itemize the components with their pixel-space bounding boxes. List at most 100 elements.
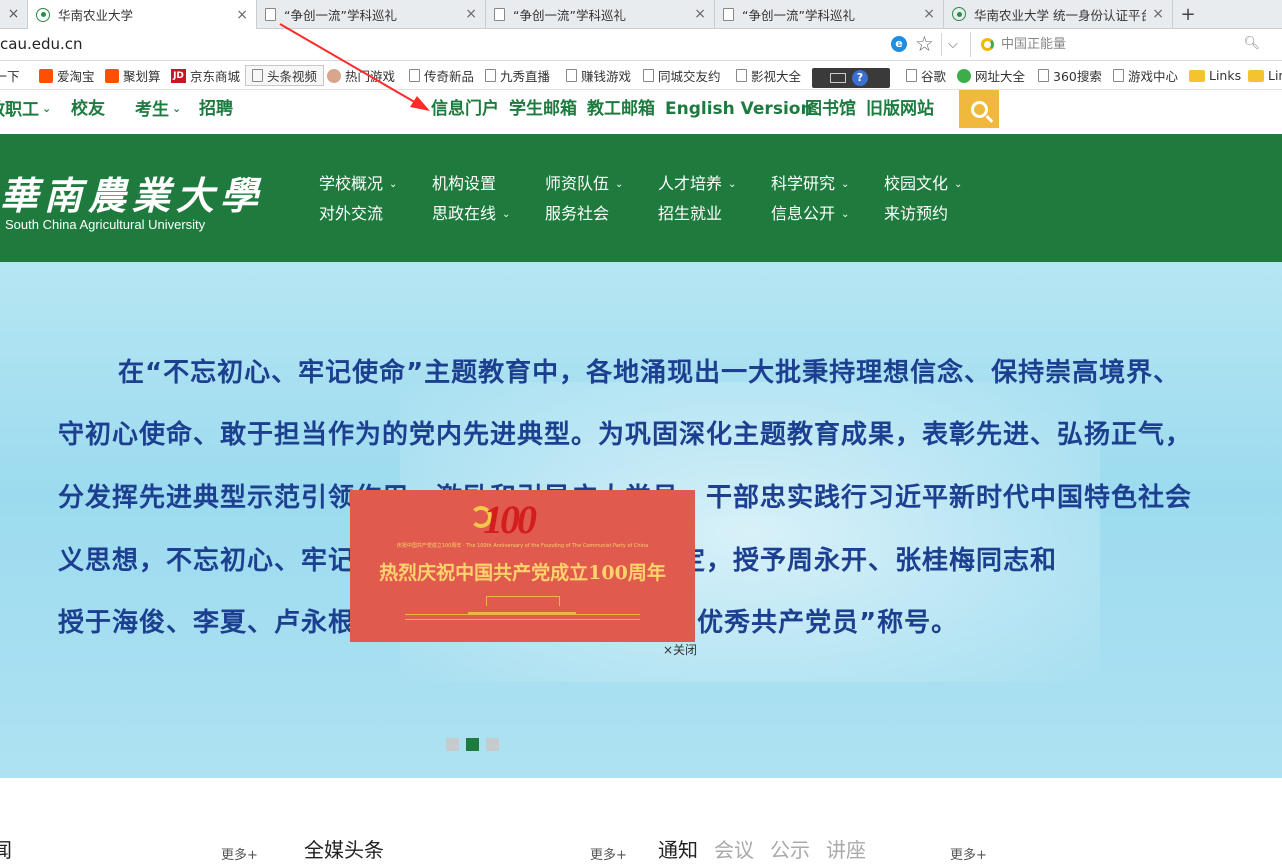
bookmark-item[interactable]: 九秀直播 xyxy=(485,61,550,90)
tab-close-icon[interactable]: × xyxy=(1152,6,1164,22)
browser-search-box[interactable]: 中国正能量 🔍︎ xyxy=(970,32,1268,57)
keyboard-icon[interactable] xyxy=(830,73,846,83)
site-search-button[interactable] xyxy=(959,90,999,128)
university-logo[interactable]: 華南農業大學 xyxy=(0,165,264,220)
more-link[interactable]: 更多+ xyxy=(590,844,627,863)
popup-close-button[interactable]: ×关闭 xyxy=(663,641,697,658)
menu-label: 学校概况 xyxy=(319,174,384,193)
bookmark-item[interactable]: 同城交友约 xyxy=(643,61,721,90)
carousel-dot[interactable] xyxy=(446,738,459,751)
tab-close-icon[interactable]: × xyxy=(694,6,706,22)
tab-close-icon[interactable]: × xyxy=(923,6,935,22)
menu-label: 思政在线 xyxy=(432,204,497,223)
help-icon[interactable]: ? xyxy=(852,70,868,86)
menu-international[interactable]: 对外交流 xyxy=(319,200,383,224)
menu-education[interactable]: 人才培养 ⌄ xyxy=(658,170,736,194)
carousel-dot[interactable] xyxy=(486,738,499,751)
tab-close-icon[interactable]: × xyxy=(236,7,248,23)
tab-close-icon[interactable]: × xyxy=(0,0,28,28)
bookmark-label: 谷歌 xyxy=(921,69,947,84)
page-icon xyxy=(736,69,747,82)
news-heading[interactable]: 闻 xyxy=(0,834,12,863)
popup-subtitle: 庆祝中国共产党成立100周年 · The 100th Anniversary o… xyxy=(396,543,649,549)
new-tab-button[interactable]: + xyxy=(1173,0,1203,28)
menu-campus-culture[interactable]: 校园文化 ⌄ xyxy=(884,170,962,194)
ime-toolbar[interactable]: ? xyxy=(812,68,890,88)
bookmark-item[interactable]: Links xyxy=(1189,61,1241,90)
tab-notices[interactable]: 通知 xyxy=(658,834,698,863)
carousel-dot[interactable] xyxy=(466,738,479,751)
page-icon xyxy=(265,7,276,21)
menu-school-overview[interactable]: 学校概况 ⌄ xyxy=(319,170,397,194)
top-link-info-portal[interactable]: 信息门户 xyxy=(431,90,499,130)
chevron-down-icon: ⌄ xyxy=(841,209,850,220)
top-nav-label: 教职工 xyxy=(0,100,39,120)
page-icon xyxy=(566,69,577,82)
menu-visit-booking[interactable]: 来访预约 xyxy=(884,200,948,224)
chevron-down-icon: ⌄ xyxy=(728,179,737,190)
carousel-dots xyxy=(446,738,499,751)
popup-headline: 热烈庆祝中国共产党成立100周年 xyxy=(379,562,666,584)
menu-social-service[interactable]: 服务社会 xyxy=(545,200,609,224)
chevron-down-icon[interactable]: ⌵ xyxy=(948,33,958,56)
bookmark-item[interactable]: 传奇新品 xyxy=(409,61,474,90)
site-header: 華南農業大學 South China Agricultural Universi… xyxy=(0,134,1282,262)
address-bar: cau.edu.cn e ☆ ⌵ 中国正能量 🔍︎ xyxy=(0,29,1282,81)
top-link-english[interactable]: English Version xyxy=(665,90,813,130)
top-nav-alumni[interactable]: 校友 xyxy=(71,90,105,130)
bookmark-item[interactable]: 热门游戏 xyxy=(327,61,395,90)
bookmark-item[interactable]: 赚钱游戏 xyxy=(566,61,631,90)
browser-tab[interactable]: 华南农业大学 × xyxy=(28,0,257,29)
menu-label: 服务社会 xyxy=(545,204,610,223)
bookmark-label: 影视大全 xyxy=(751,69,802,84)
browser-tab[interactable]: “争创一流”学科巡礼 × xyxy=(257,0,486,28)
menu-research[interactable]: 科学研究 ⌄ xyxy=(771,170,849,194)
banner-text-line: 在“不忘初心、牢记使命”主题教育中，各地涌现出一大批秉持理想信念、保持崇高境界、 xyxy=(118,358,1181,388)
menu-label: 对外交流 xyxy=(319,204,384,223)
bookmark-item[interactable]: JD 京东商城 xyxy=(171,61,240,90)
tab-meetings[interactable]: 会议 xyxy=(714,834,754,863)
bookmark-item[interactable]: 搜一下 xyxy=(0,61,20,90)
menu-faculty[interactable]: 师资队伍 ⌄ xyxy=(545,170,623,194)
menu-organization[interactable]: 机构设置 xyxy=(432,170,496,194)
menu-label: 师资队伍 xyxy=(545,174,610,193)
tab-close-icon[interactable]: × xyxy=(465,6,477,22)
browser-tab[interactable]: 华南农业大学 统一身份认证平台 × xyxy=(944,0,1173,28)
bookmark-item[interactable]: 360搜索 xyxy=(1038,61,1102,90)
tab-title: 华南农业大学 统一身份认证平台 xyxy=(974,7,1147,23)
bookmark-item[interactable]: 爱淘宝 xyxy=(39,61,95,90)
ie-compat-icon[interactable]: e xyxy=(891,36,907,52)
tab-lectures[interactable]: 讲座 xyxy=(826,834,866,863)
anniversary-popup[interactable]: 100 庆祝中国共产党成立100周年 · The 100th Anniversa… xyxy=(350,490,695,642)
menu-admissions[interactable]: 招生就业 xyxy=(658,200,722,224)
menu-label: 来访预约 xyxy=(884,204,949,223)
bookmark-item[interactable]: 头条视频 xyxy=(245,65,325,86)
bookmark-label: 搜一下 xyxy=(0,69,20,84)
menu-ideology-online[interactable]: 思政在线 ⌄ xyxy=(432,200,510,224)
top-link-old-site[interactable]: 旧版网站 xyxy=(866,90,934,130)
bookmark-item[interactable]: Links xyxy=(1248,61,1282,90)
bookmark-item[interactable]: 网址大全 xyxy=(957,61,1025,90)
top-link-library[interactable]: 图书馆 xyxy=(805,90,856,130)
bookmark-item[interactable]: 游戏中心 xyxy=(1113,61,1178,90)
url-field[interactable]: cau.edu.cn xyxy=(0,29,83,60)
media-headlines-heading[interactable]: 全媒头条 xyxy=(304,834,384,863)
globe-icon xyxy=(957,68,971,83)
menu-info-disclosure[interactable]: 信息公开 ⌄ xyxy=(771,200,849,224)
browser-tab[interactable]: “争创一流”学科巡礼 × xyxy=(715,0,944,28)
bookmark-item[interactable]: 谷歌 xyxy=(906,61,946,90)
more-link[interactable]: 更多+ xyxy=(221,844,258,863)
browser-tab[interactable]: “争创一流”学科巡礼 × xyxy=(486,0,715,28)
bookmark-star-icon[interactable]: ☆ xyxy=(915,31,934,57)
top-nav-staff[interactable]: 教职工⌄ xyxy=(0,90,51,130)
top-nav-applicants[interactable]: 考生 ⌄ xyxy=(135,90,181,130)
top-link-student-mail[interactable]: 学生邮箱 xyxy=(509,90,577,130)
more-link[interactable]: 更多+ xyxy=(950,844,987,863)
top-nav-recruitment[interactable]: 招聘 xyxy=(199,90,233,130)
bookmark-item[interactable]: 影视大全 xyxy=(736,61,801,90)
tab-announcements[interactable]: 公示 xyxy=(770,834,810,863)
top-link-staff-mail[interactable]: 教工邮箱 xyxy=(587,90,655,130)
chevron-down-icon: ⌄ xyxy=(615,179,624,190)
search-icon[interactable]: 🔍︎ xyxy=(1243,36,1260,51)
bookmark-item[interactable]: 聚划算 xyxy=(105,61,161,90)
